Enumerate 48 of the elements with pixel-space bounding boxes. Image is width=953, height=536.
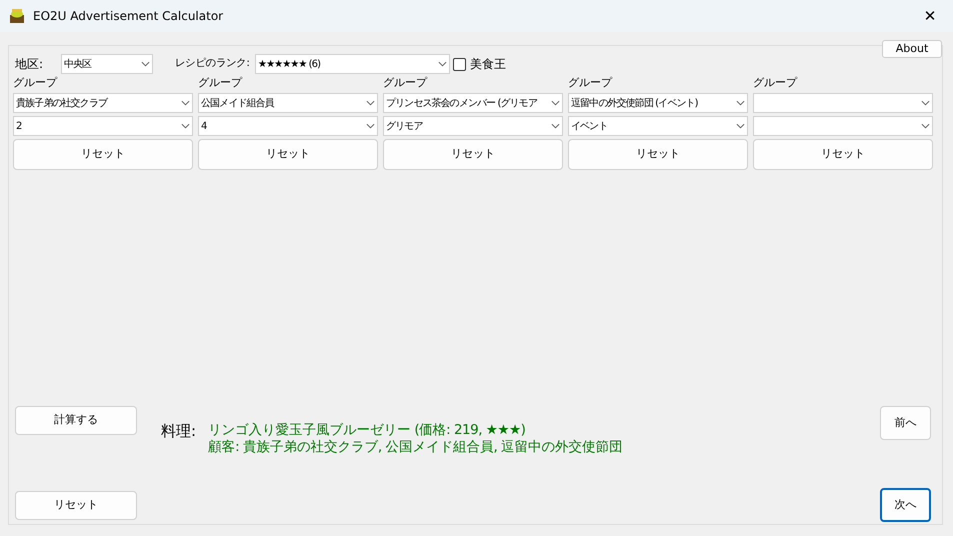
next-button[interactable]: 次へ: [880, 488, 931, 522]
dropdown-caret-icon: [551, 123, 560, 129]
group-label: グループ: [13, 76, 58, 90]
close-button[interactable]: ✕: [907, 0, 953, 32]
group-dropdown[interactable]: [753, 93, 933, 113]
recipe-rank-label: レシピのランク:: [175, 56, 250, 72]
reset-button[interactable]: リセット: [13, 139, 193, 170]
group-dropdown[interactable]: 貴族子弟の社交クラブ: [13, 93, 193, 113]
dish-result: リンゴ入り愛玉子風ブルーゼリー (価格: 219, ★★★): [208, 422, 526, 439]
subgroup-dropdown[interactable]: イベント: [568, 116, 748, 136]
dropdown-caret-icon: [181, 123, 190, 129]
group-dropdown[interactable]: 逗留中の外交使節団 (イベント): [568, 93, 748, 113]
district-label: 地区:: [14, 56, 44, 73]
subgroup-dropdown[interactable]: 4: [198, 116, 378, 136]
about-button[interactable]: About: [882, 40, 942, 58]
dropdown-caret-icon: [366, 100, 375, 106]
district-dropdown[interactable]: 中央区: [61, 54, 153, 74]
dropdown-caret-icon: [366, 123, 375, 129]
group-label: グループ: [198, 76, 244, 90]
reset-button[interactable]: リセット: [753, 139, 933, 170]
dropdown-caret-icon: [181, 100, 190, 106]
dropdown-caret-icon: [921, 123, 930, 129]
dropdown-caret-icon: [438, 61, 447, 67]
subgroup-dropdown[interactable]: 2: [13, 116, 193, 136]
dropdown-caret-icon: [551, 100, 560, 106]
reset-button[interactable]: リセット: [568, 139, 748, 170]
group-label: グループ: [568, 76, 614, 90]
group-dropdown[interactable]: プリンセス茶会のメンバー (グリモア: [383, 93, 563, 113]
reset-button[interactable]: リセット: [198, 139, 378, 170]
dropdown-caret-icon: [736, 100, 745, 106]
reset-button[interactable]: リセット: [15, 491, 137, 520]
reset-button[interactable]: リセット: [383, 139, 563, 170]
group-dropdown[interactable]: 公国メイド組合員: [198, 93, 378, 113]
result-label: 料理:: [161, 421, 196, 442]
group-label: グループ: [753, 76, 798, 90]
subgroup-dropdown[interactable]: [753, 116, 933, 136]
app-icon: [9, 8, 25, 24]
recipe-rank-dropdown[interactable]: ★★★★★★ (6): [255, 54, 450, 74]
previous-button[interactable]: 前へ: [880, 406, 931, 440]
window-title: EO2U Advertisement Calculator: [33, 8, 224, 25]
dropdown-caret-icon: [141, 61, 150, 67]
subgroup-dropdown[interactable]: グリモア: [383, 116, 563, 136]
group-label: グループ: [383, 76, 428, 90]
calculate-button[interactable]: 計算する: [15, 406, 137, 435]
customers-result: 顧客: 貴族子弟の社交クラブ, 公国メイド組合員, 逗留中の外交使節団: [208, 439, 623, 456]
dropdown-caret-icon: [921, 100, 930, 106]
gourmet-king-checkbox[interactable]: 美食王: [453, 55, 506, 73]
dropdown-caret-icon: [736, 123, 745, 129]
